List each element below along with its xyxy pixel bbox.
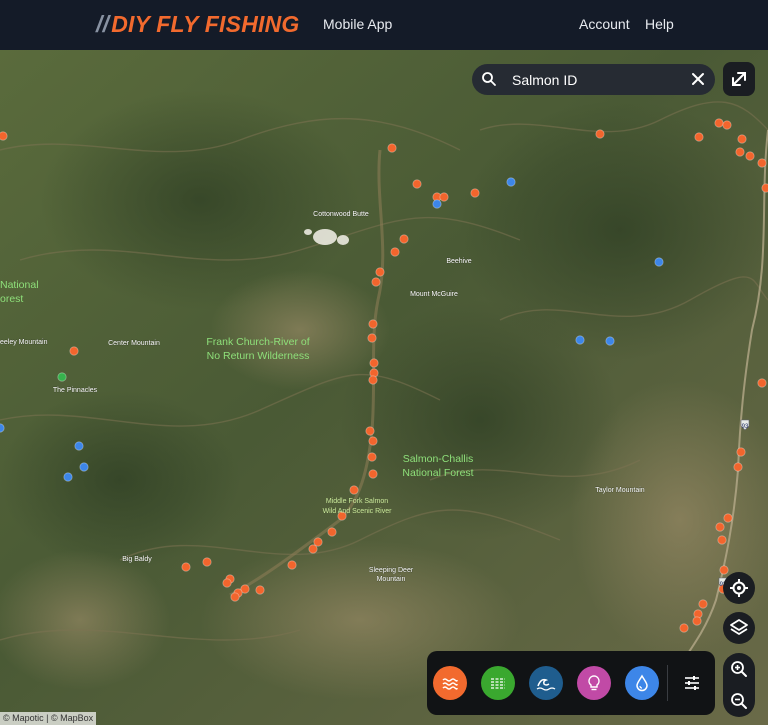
- access-point-marker[interactable]: [181, 562, 191, 572]
- access-point-marker[interactable]: [375, 267, 385, 277]
- sliders-icon: [685, 676, 699, 690]
- access-point-marker[interactable]: [439, 192, 449, 202]
- filter-button[interactable]: [677, 668, 707, 698]
- access-point-marker[interactable]: [757, 378, 767, 388]
- access-point-marker[interactable]: [371, 277, 381, 287]
- locate-button[interactable]: [723, 572, 755, 604]
- zoom-out-icon: [731, 693, 747, 709]
- water-point-marker[interactable]: [605, 336, 615, 346]
- access-point-marker[interactable]: [255, 585, 265, 595]
- nav-help-link[interactable]: Help: [645, 16, 674, 32]
- search-input[interactable]: [510, 68, 684, 92]
- water-point-marker[interactable]: [432, 199, 442, 209]
- access-point-marker[interactable]: [287, 560, 297, 570]
- access-point-marker[interactable]: [369, 358, 379, 368]
- layer-toolbar: [427, 651, 715, 715]
- zoom-out-button[interactable]: [723, 685, 755, 717]
- lake-icon: [491, 678, 505, 689]
- access-point-marker[interactable]: [737, 134, 747, 144]
- access-point-marker[interactable]: [367, 452, 377, 462]
- access-point-marker[interactable]: [0, 131, 8, 141]
- fullscreen-button[interactable]: [723, 62, 755, 96]
- access-point-marker[interactable]: [222, 578, 232, 588]
- water-point-marker[interactable]: [654, 257, 664, 267]
- access-point-marker[interactable]: [470, 188, 480, 198]
- access-point-marker[interactable]: [694, 132, 704, 142]
- top-nav-bar: //DIY FLY FISHING Mobile App Account Hel…: [0, 0, 768, 50]
- access-point-marker[interactable]: [390, 247, 400, 257]
- access-point-marker[interactable]: [368, 375, 378, 385]
- expand-icon: [732, 72, 746, 86]
- access-point-marker[interactable]: [327, 527, 337, 537]
- wave-icon: [536, 678, 556, 691]
- access-point-marker[interactable]: [715, 522, 725, 532]
- ocean-layer-button[interactable]: [529, 666, 563, 700]
- river-layer-button[interactable]: [433, 666, 467, 700]
- nav-account-link[interactable]: Account: [579, 16, 630, 32]
- access-point-marker[interactable]: [745, 151, 755, 161]
- lightbulb-icon: [588, 675, 600, 691]
- access-point-marker[interactable]: [308, 544, 318, 554]
- water-point-marker[interactable]: [74, 441, 84, 451]
- map-attribution[interactable]: © Mapotic | © MapBox: [0, 712, 97, 725]
- green-point-marker[interactable]: [57, 372, 67, 382]
- access-point-marker[interactable]: [412, 179, 422, 189]
- zoom-controls: [723, 653, 755, 717]
- lake-layer-button[interactable]: [481, 666, 515, 700]
- water-point-marker[interactable]: [575, 335, 585, 345]
- access-point-marker[interactable]: [761, 183, 768, 193]
- water-point-marker[interactable]: [506, 177, 516, 187]
- layers-icon: [730, 619, 748, 635]
- map-layers-button[interactable]: [723, 612, 755, 644]
- access-point-marker[interactable]: [230, 592, 240, 602]
- clear-search-icon[interactable]: [689, 70, 707, 88]
- access-point-marker[interactable]: [757, 158, 767, 168]
- water-point-marker[interactable]: [63, 472, 73, 482]
- water-layer-button[interactable]: [625, 666, 659, 700]
- zoom-in-button[interactable]: [723, 653, 755, 685]
- logo-text: DIY FLY FISHING: [111, 11, 300, 37]
- access-point-marker[interactable]: [595, 129, 605, 139]
- search-bar: [472, 64, 715, 95]
- access-point-marker[interactable]: [69, 346, 79, 356]
- access-point-marker[interactable]: [387, 143, 397, 153]
- access-point-marker[interactable]: [367, 333, 377, 343]
- site-logo[interactable]: //DIY FLY FISHING: [96, 11, 300, 38]
- zoom-in-icon: [731, 661, 747, 677]
- access-point-marker[interactable]: [368, 319, 378, 329]
- waves-icon: [442, 678, 458, 690]
- access-point-marker[interactable]: [717, 535, 727, 545]
- map-canvas[interactable]: Cottonwood Butte Beehive Mount McGuire C…: [0, 50, 768, 725]
- tips-layer-button[interactable]: [577, 666, 611, 700]
- locate-icon: [730, 579, 748, 597]
- access-point-marker[interactable]: [202, 557, 212, 567]
- access-point-marker[interactable]: [365, 426, 375, 436]
- access-point-marker[interactable]: [679, 623, 689, 633]
- access-point-marker[interactable]: [719, 565, 729, 575]
- water-drop-icon: [636, 674, 648, 692]
- access-point-marker[interactable]: [735, 147, 745, 157]
- access-point-marker[interactable]: [349, 485, 359, 495]
- access-point-marker[interactable]: [368, 436, 378, 446]
- access-point-marker[interactable]: [733, 462, 743, 472]
- map-markers-layer: [0, 118, 768, 633]
- access-point-marker[interactable]: [399, 234, 409, 244]
- access-point-marker[interactable]: [723, 513, 733, 523]
- access-point-marker[interactable]: [722, 120, 732, 130]
- water-point-marker[interactable]: [79, 462, 89, 472]
- nav-mobile-app-link[interactable]: Mobile App: [323, 16, 392, 32]
- water-point-marker[interactable]: [0, 423, 5, 433]
- access-point-marker[interactable]: [698, 599, 708, 609]
- access-point-marker[interactable]: [337, 511, 347, 521]
- access-point-marker[interactable]: [368, 469, 378, 479]
- access-point-marker[interactable]: [692, 616, 702, 626]
- toolbar-divider: [667, 665, 668, 701]
- access-point-marker[interactable]: [714, 118, 724, 128]
- access-point-marker[interactable]: [736, 447, 746, 457]
- search-icon: [482, 72, 496, 86]
